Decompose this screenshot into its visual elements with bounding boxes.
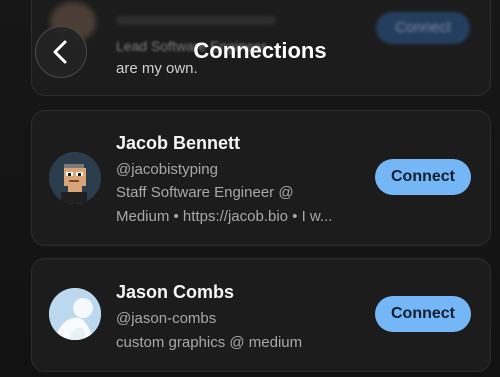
connection-bio-line1: custom graphics @ medium bbox=[116, 334, 303, 351]
connection-handle: @jason-combs bbox=[116, 310, 217, 327]
connection-bio-line1: Staff Software Engineer @ bbox=[116, 184, 294, 201]
pixel-avatar-icon bbox=[49, 152, 101, 204]
connections-screen: Lead Software Engineer are my own. Conne… bbox=[0, 0, 500, 377]
connection-bio-line2: Medium • https://jacob.bio • I w... bbox=[116, 208, 333, 225]
avatar bbox=[49, 152, 101, 204]
page-title: Connections bbox=[193, 38, 327, 63]
connect-button[interactable]: Connect bbox=[375, 159, 471, 195]
connection-name-blurred bbox=[116, 16, 276, 25]
connection-name: Jacob Bennett bbox=[116, 133, 241, 153]
photo-avatar-icon bbox=[49, 288, 101, 340]
connect-button[interactable]: Connect bbox=[375, 296, 471, 332]
connection-handle: @jacobistyping bbox=[116, 161, 218, 178]
connection-name: Jason Combs bbox=[116, 282, 235, 302]
avatar bbox=[49, 288, 101, 340]
